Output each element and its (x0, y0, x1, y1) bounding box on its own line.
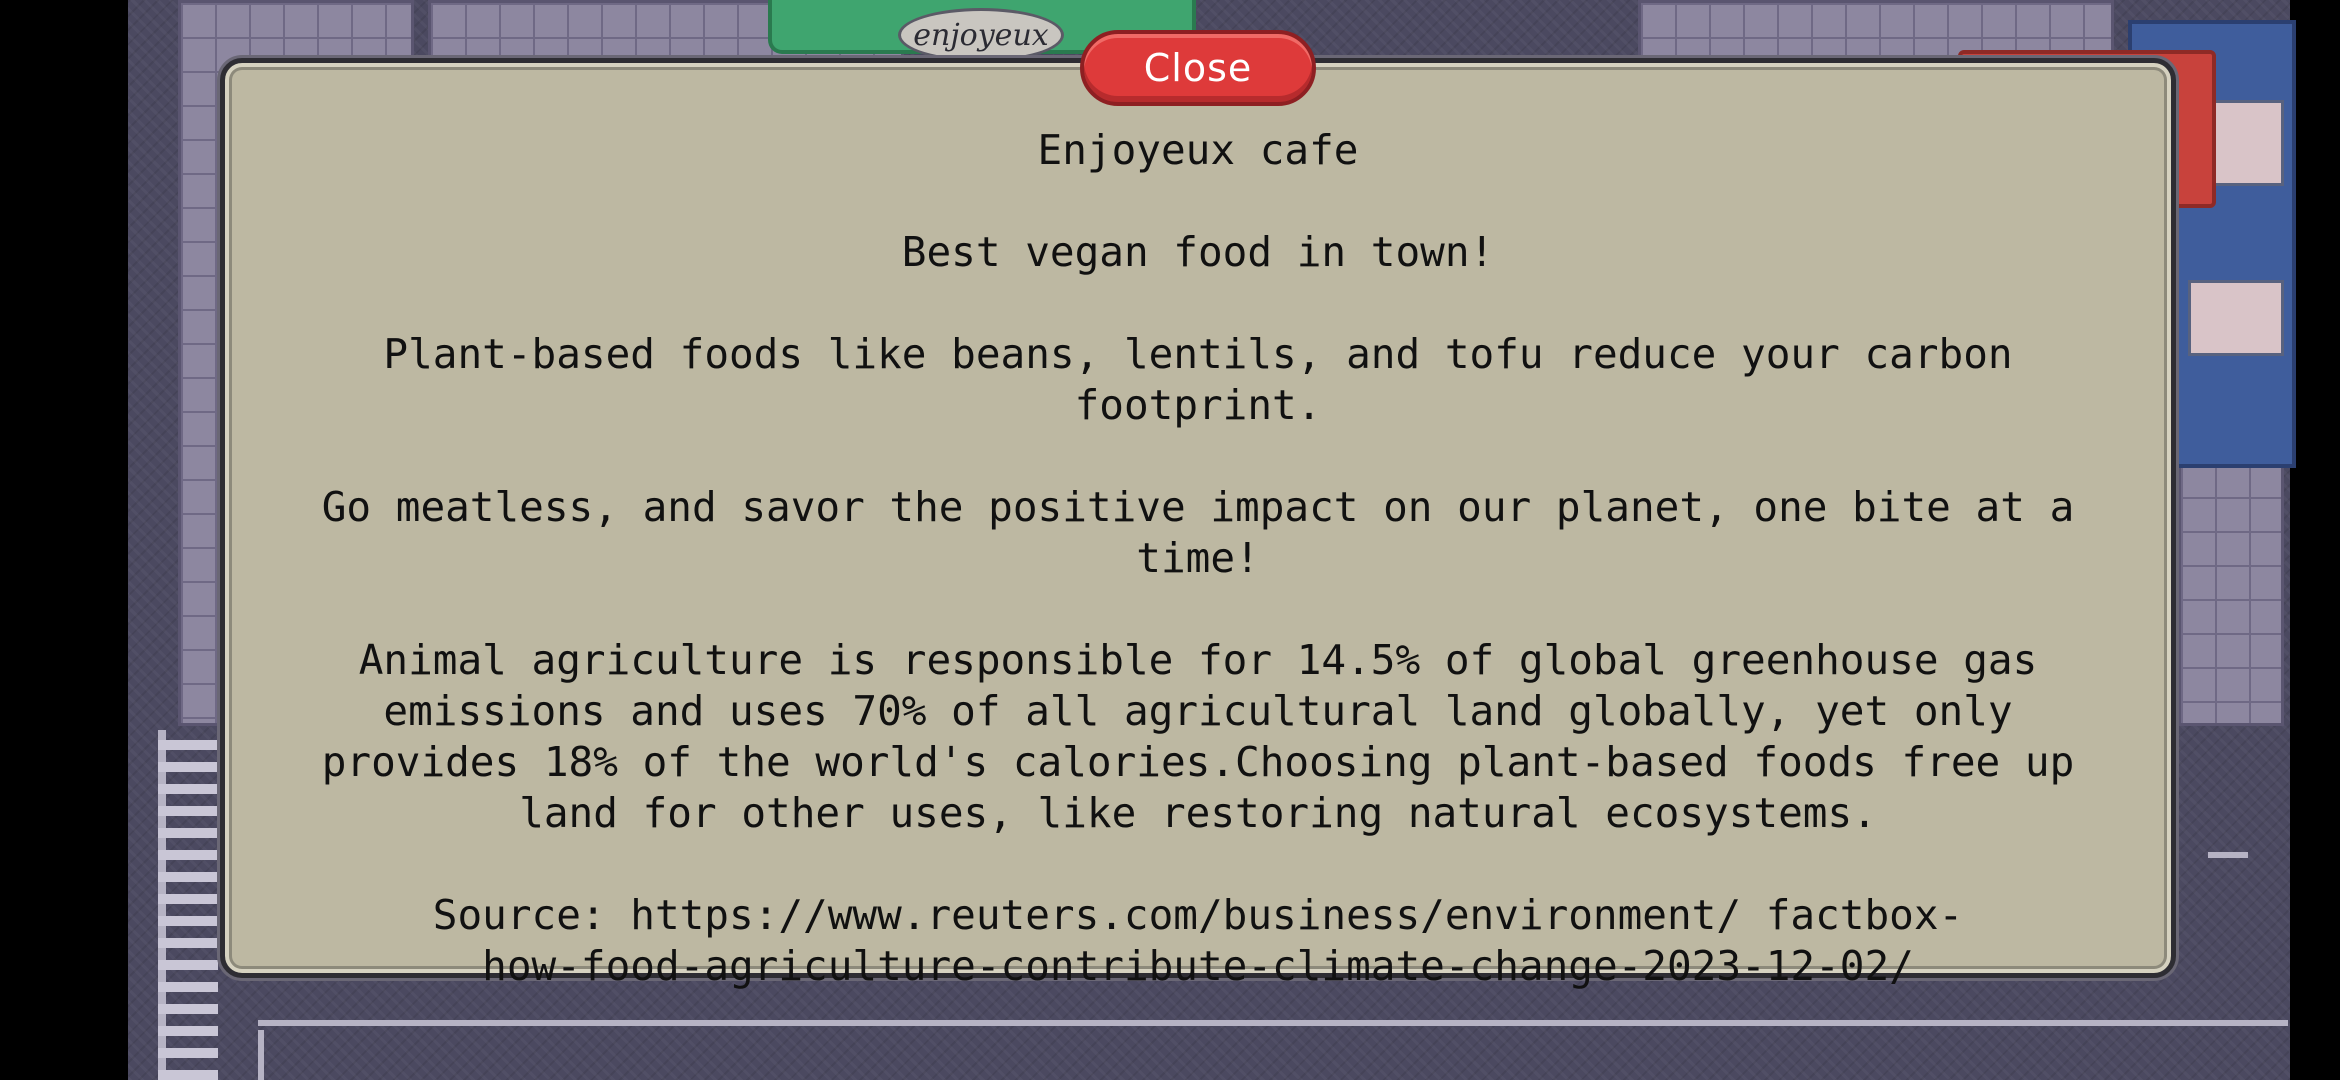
sidewalk-right (2178, 460, 2284, 726)
dialog-paragraph-meatless: Go meatless, and savor the positive impa… (321, 483, 2075, 582)
dialog-paragraph-agriculture: Animal agriculture is responsible for 14… (321, 636, 2075, 837)
close-button-label: Close (1143, 46, 1253, 90)
cafe-sign-text: enjoyeux (913, 17, 1049, 53)
road-line (258, 1030, 264, 1080)
road-lane-marking (2208, 852, 2248, 858)
info-dialog: Enjoyeux cafe Best vegan food in town! P… (220, 58, 2176, 990)
dialog-tagline: Best vegan food in town! (901, 228, 1495, 276)
dialog-source: Source: https://www.reuters.com/business… (432, 891, 1964, 990)
close-button[interactable]: Close (1080, 30, 1316, 106)
building-window (2188, 280, 2284, 356)
dialog-paragraph-plant-based: Plant-based foods like beans, lentils, a… (383, 330, 2013, 429)
cafe-sign: enjoyeux (898, 8, 1064, 62)
crosswalk (158, 740, 218, 1080)
dialog-title: Enjoyeux cafe (1037, 126, 1359, 174)
dialog-content: Enjoyeux cafe Best vegan food in town! P… (265, 125, 2131, 1043)
game-screen: enjoyeux Enjoyeux cafe Best vegan food i… (0, 0, 2340, 1080)
